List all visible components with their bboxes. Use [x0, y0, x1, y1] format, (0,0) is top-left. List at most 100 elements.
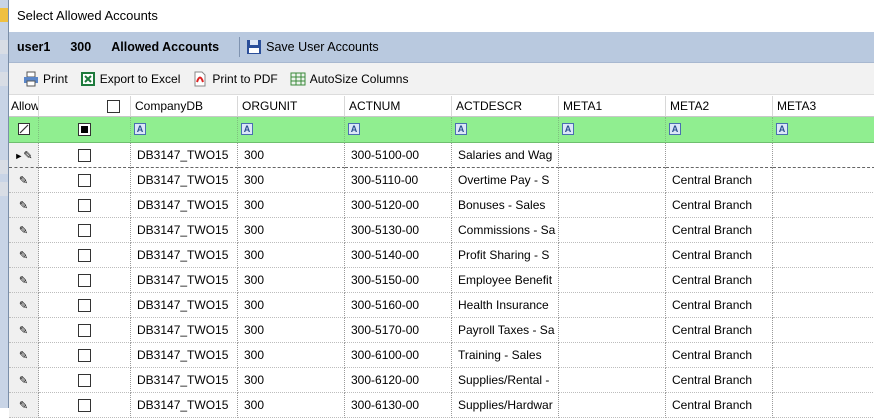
filter-orgunit[interactable]: A: [238, 117, 345, 143]
row-edit-indicator[interactable]: ✎: [9, 268, 39, 293]
filter-row-header[interactable]: [9, 117, 39, 143]
meta1-cell[interactable]: [559, 168, 666, 193]
meta2-cell[interactable]: Central Branch: [666, 268, 773, 293]
table-row[interactable]: ✎ DB3147_TWO15 300 300-6130-00 Supplies/Hard…: [9, 393, 874, 418]
allowed-checkbox[interactable]: [78, 149, 91, 163]
meta3-cell[interactable]: [773, 218, 874, 243]
companydb-cell[interactable]: DB3147_TWO15: [131, 393, 238, 418]
companydb-cell[interactable]: DB3147_TWO15: [131, 368, 238, 393]
actnum-cell[interactable]: 300-5130-00: [345, 218, 452, 243]
companydb-cell[interactable]: DB3147_TWO15: [131, 268, 238, 293]
filter-meta1[interactable]: A: [559, 117, 666, 143]
companydb-cell[interactable]: DB3147_TWO15: [131, 143, 238, 168]
orgunit-cell[interactable]: 300: [238, 168, 345, 193]
orgunit-cell[interactable]: 300: [238, 293, 345, 318]
filter-text-icon[interactable]: A: [241, 123, 253, 135]
meta1-cell[interactable]: [559, 143, 666, 168]
row-edit-indicator[interactable]: ✎: [9, 343, 39, 368]
table-row[interactable]: ✎ DB3147_TWO15 300 300-5160-00 Health Insura…: [9, 293, 874, 318]
meta2-cell[interactable]: Central Branch: [666, 343, 773, 368]
column-header-meta1[interactable]: META1: [559, 96, 666, 117]
orgunit-cell[interactable]: 300: [238, 143, 345, 168]
meta3-cell[interactable]: [773, 318, 874, 343]
row-edit-indicator[interactable]: ✎: [9, 393, 39, 418]
meta2-cell[interactable]: Central Branch: [666, 393, 773, 418]
select-all-checkbox[interactable]: [107, 100, 120, 114]
meta3-cell[interactable]: [773, 168, 874, 193]
orgunit-cell[interactable]: 300: [238, 368, 345, 393]
table-row[interactable]: ✎ DB3147_TWO15 300 300-6120-00 Supplies/Rent…: [9, 368, 874, 393]
clear-filter-icon[interactable]: [17, 123, 30, 135]
autosize-columns-button[interactable]: AutoSize Columns: [290, 71, 408, 87]
actdescr-cell[interactable]: Supplies/Rental -: [452, 368, 559, 393]
allowed-checkbox[interactable]: [78, 324, 91, 338]
column-header-actnum[interactable]: ACTNUM: [345, 96, 452, 117]
row-edit-indicator[interactable]: ►✎: [9, 143, 39, 168]
allowed-checkbox[interactable]: [78, 274, 91, 288]
table-row[interactable]: ✎ DB3147_TWO15 300 300-5120-00 Bonuses - Sal…: [9, 193, 874, 218]
allowed-cell[interactable]: [39, 368, 131, 393]
meta3-cell[interactable]: [773, 393, 874, 418]
table-row[interactable]: ►✎ DB3147_TWO15 300 300-5100-00 Salaries and…: [9, 143, 874, 168]
meta1-cell[interactable]: [559, 243, 666, 268]
column-header-meta3[interactable]: META3: [773, 96, 874, 117]
actdescr-cell[interactable]: Supplies/Hardwar: [452, 393, 559, 418]
meta3-cell[interactable]: [773, 243, 874, 268]
meta2-cell[interactable]: Central Branch: [666, 368, 773, 393]
column-header-allowed[interactable]: Allowed: [9, 96, 39, 117]
allowed-cell[interactable]: [39, 343, 131, 368]
allowed-checkbox[interactable]: [78, 399, 91, 413]
meta3-cell[interactable]: [773, 193, 874, 218]
meta1-cell[interactable]: [559, 218, 666, 243]
companydb-cell[interactable]: DB3147_TWO15: [131, 243, 238, 268]
actnum-cell[interactable]: 300-6100-00: [345, 343, 452, 368]
row-edit-indicator[interactable]: ✎: [9, 368, 39, 393]
actnum-cell[interactable]: 300-5160-00: [345, 293, 452, 318]
allowed-cell[interactable]: [39, 293, 131, 318]
save-user-accounts-button[interactable]: Save User Accounts: [246, 39, 379, 55]
meta1-cell[interactable]: [559, 293, 666, 318]
table-row[interactable]: ✎ DB3147_TWO15 300 300-6100-00 Training - Sa…: [9, 343, 874, 368]
filter-actnum[interactable]: A: [345, 117, 452, 143]
filter-allowed[interactable]: [39, 117, 131, 143]
meta2-cell[interactable]: Central Branch: [666, 193, 773, 218]
meta2-cell[interactable]: Central Branch: [666, 243, 773, 268]
orgunit-cell[interactable]: 300: [238, 318, 345, 343]
meta1-cell[interactable]: [559, 268, 666, 293]
allowed-cell[interactable]: [39, 318, 131, 343]
actnum-cell[interactable]: 300-6130-00: [345, 393, 452, 418]
actdescr-cell[interactable]: Payroll Taxes - Sa: [452, 318, 559, 343]
actdescr-cell[interactable]: Overtime Pay - S: [452, 168, 559, 193]
orgunit-cell[interactable]: 300: [238, 193, 345, 218]
companydb-cell[interactable]: DB3147_TWO15: [131, 193, 238, 218]
companydb-cell[interactable]: DB3147_TWO15: [131, 318, 238, 343]
orgunit-cell[interactable]: 300: [238, 218, 345, 243]
column-header-companydb[interactable]: CompanyDB: [131, 96, 238, 117]
meta2-cell[interactable]: Central Branch: [666, 293, 773, 318]
companydb-cell[interactable]: DB3147_TWO15: [131, 293, 238, 318]
filter-companydb[interactable]: A: [131, 117, 238, 143]
allowed-cell[interactable]: [39, 218, 131, 243]
allowed-cell[interactable]: [39, 243, 131, 268]
meta2-cell[interactable]: [666, 143, 773, 168]
column-header-meta2[interactable]: META2: [666, 96, 773, 117]
actnum-cell[interactable]: 300-5170-00: [345, 318, 452, 343]
filter-meta2[interactable]: A: [666, 117, 773, 143]
meta1-cell[interactable]: [559, 368, 666, 393]
actnum-cell[interactable]: 300-5150-00: [345, 268, 452, 293]
allowed-checkbox[interactable]: [78, 174, 91, 188]
meta2-cell[interactable]: Central Branch: [666, 218, 773, 243]
actdescr-cell[interactable]: Salaries and Wag: [452, 143, 559, 168]
filter-meta3[interactable]: A: [773, 117, 874, 143]
filter-text-icon[interactable]: A: [348, 123, 360, 135]
filter-text-icon[interactable]: A: [669, 123, 681, 135]
actdescr-cell[interactable]: Training - Sales: [452, 343, 559, 368]
table-row[interactable]: ✎ DB3147_TWO15 300 300-5130-00 Commissions -…: [9, 218, 874, 243]
actdescr-cell[interactable]: Employee Benefit: [452, 268, 559, 293]
allowed-cell[interactable]: [39, 268, 131, 293]
allowed-checkbox[interactable]: [78, 299, 91, 313]
actnum-cell[interactable]: 300-6120-00: [345, 368, 452, 393]
meta3-cell[interactable]: [773, 343, 874, 368]
filter-text-icon[interactable]: A: [134, 123, 146, 135]
companydb-cell[interactable]: DB3147_TWO15: [131, 218, 238, 243]
